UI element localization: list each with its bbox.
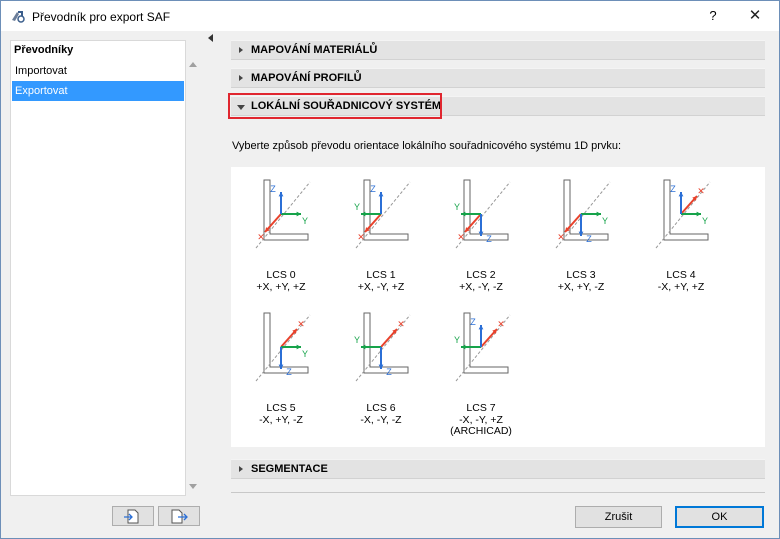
caret-right-icon [239, 47, 243, 53]
svg-text:Y: Y [454, 202, 460, 212]
svg-text:✕: ✕ [257, 232, 265, 242]
svg-text:Y: Y [454, 335, 460, 345]
svg-text:Z: Z [470, 317, 476, 327]
lcs-diagram-icon: ✕ YZ [354, 179, 411, 249]
section-label: MAPOVÁNÍ PROFILŮ [251, 72, 362, 84]
svg-text:✕: ✕ [697, 186, 705, 196]
lcs-note: (ARCHICAD) [450, 425, 512, 437]
sidebar-scrollbar[interactable] [186, 44, 200, 494]
section-label: SEGMENTACE [251, 463, 328, 475]
sidebar-item-export[interactable]: Exportovat [12, 81, 184, 101]
lcs-diagram-icon: ✕ Y Z [655, 179, 711, 249]
window-title: Převodník pro export SAF [32, 10, 171, 24]
lcs-axes: +X, +Y, +Z [256, 281, 306, 293]
svg-text:Z: Z [370, 184, 376, 194]
sidebar-header: Převodníky [14, 44, 74, 56]
lcs-name: LCS 3 [566, 269, 596, 281]
svg-text:Z: Z [670, 184, 676, 194]
svg-text:Z: Z [486, 234, 492, 244]
lcs-name: LCS 7 [466, 402, 496, 414]
section-segmentation[interactable]: SEGMENTACE [231, 459, 765, 479]
lcs-axes: -X, -Y, -Z [360, 414, 402, 426]
lcs-diagram-icon: ✕ YZ [255, 312, 311, 382]
svg-text:✕: ✕ [297, 319, 305, 329]
title-bar: Převodník pro export SAF ? ✕ [1, 1, 779, 31]
lcs-name: LCS 4 [666, 269, 696, 281]
scroll-up-icon[interactable] [189, 62, 197, 67]
lcs-diagram-icon: ✕ Y Z [255, 179, 311, 249]
lcs-axes: -X, +Y, -Z [259, 414, 303, 426]
svg-text:Y: Y [354, 335, 360, 345]
svg-text:Y: Y [354, 202, 360, 212]
sidebar-item-import[interactable]: Importovat [12, 61, 184, 81]
scroll-down-icon[interactable] [189, 484, 197, 489]
svg-text:✕: ✕ [357, 232, 365, 242]
svg-text:Z: Z [270, 184, 276, 194]
lcs-name: LCS 6 [366, 402, 396, 414]
section-label: MAPOVÁNÍ MATERIÁLŮ [251, 44, 378, 56]
caret-right-icon [239, 466, 243, 472]
svg-text:Z: Z [386, 367, 392, 377]
lcs-name: LCS 5 [266, 402, 296, 414]
lcs-description: Vyberte způsob převodu orientace lokální… [232, 140, 622, 152]
lcs-axes: +X, -Y, +Z [357, 281, 405, 293]
caret-right-icon [239, 75, 243, 81]
converter-sidebar: Převodníky Importovat Exportovat [10, 40, 186, 496]
lcs-name: LCS 2 [466, 269, 496, 281]
help-button[interactable]: ? [701, 1, 725, 31]
lcs-diagram-icon: ✕ YZ [454, 312, 511, 382]
svg-text:✕: ✕ [457, 232, 465, 242]
lcs-axes: +X, +Y, -Z [557, 281, 605, 293]
svg-text:Y: Y [302, 216, 308, 226]
divider [231, 492, 765, 493]
export-settings-button[interactable] [158, 506, 200, 526]
lcs-diagram-icon: ✕ Y Z [354, 312, 411, 382]
highlight-box [228, 93, 442, 119]
ok-button[interactable]: OK [675, 506, 764, 528]
lcs-options-panel: ✕ Y Z LCS 0 +X, +Y, +Z ✕ Y Z LCS 1 +X, -Y, +… [231, 167, 765, 447]
lcs-axes: -X, +Y, +Z [657, 281, 705, 293]
section-material-mapping[interactable]: MAPOVÁNÍ MATERIÁLŮ [231, 40, 765, 60]
lcs-name: LCS 0 [266, 269, 296, 281]
section-profile-mapping[interactable]: MAPOVÁNÍ PROFILŮ [231, 68, 765, 88]
svg-text:✕: ✕ [497, 319, 505, 329]
svg-text:Y: Y [602, 216, 608, 226]
collapse-sidebar-icon[interactable] [208, 34, 213, 42]
close-button[interactable]: ✕ [737, 1, 773, 31]
svg-text:Z: Z [586, 234, 592, 244]
svg-text:Z: Z [286, 367, 292, 377]
lcs-name: LCS 1 [366, 269, 396, 281]
import-settings-button[interactable] [112, 506, 154, 526]
lcs-diagram-icon: ✕ YZ [555, 179, 611, 249]
lcs-diagram-icon: ✕ Y Z [454, 179, 511, 249]
svg-text:Y: Y [302, 349, 308, 359]
import-file-icon [124, 509, 139, 524]
svg-text:Y: Y [702, 216, 708, 226]
app-icon [12, 11, 25, 23]
cancel-button[interactable]: Zrušit [575, 506, 662, 528]
export-file-icon [171, 509, 188, 524]
svg-text:✕: ✕ [557, 232, 565, 242]
lcs-axes: +X, -Y, -Z [459, 281, 503, 293]
svg-text:✕: ✕ [397, 319, 405, 329]
